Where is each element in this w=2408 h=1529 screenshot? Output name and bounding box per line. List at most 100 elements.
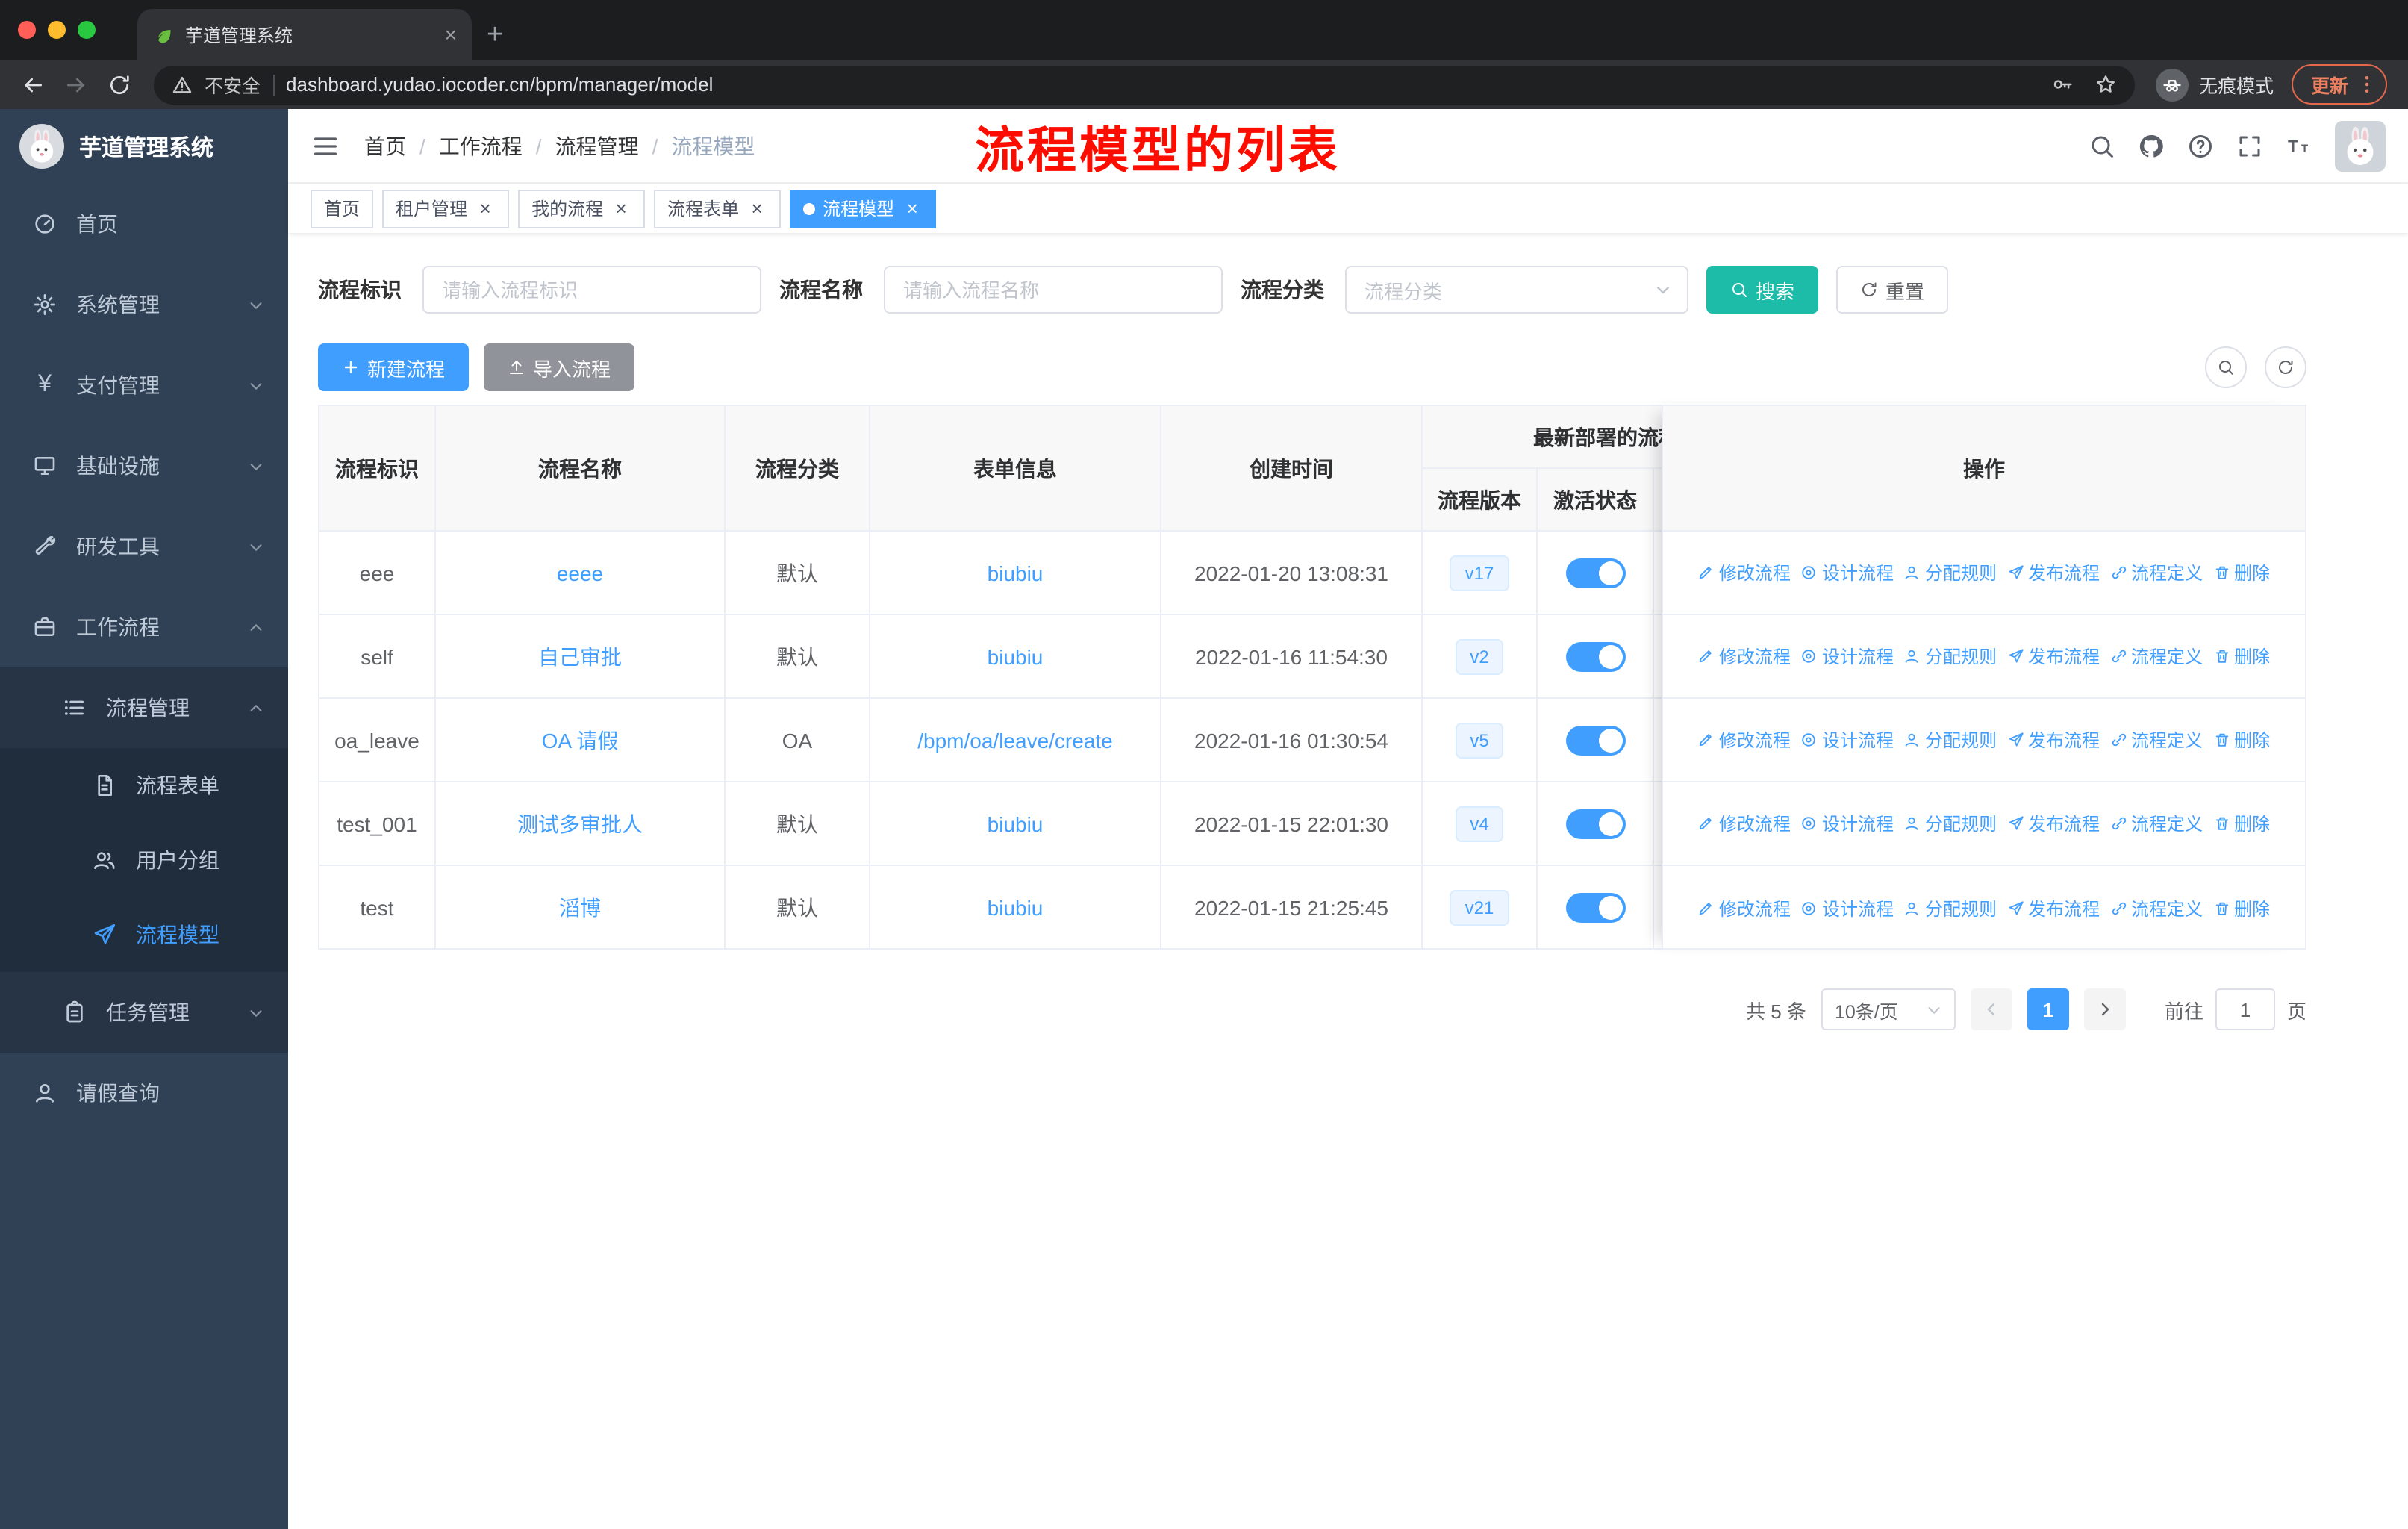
- new-tab-button[interactable]: +: [487, 21, 503, 49]
- action-definition-link[interactable]: 流程定义: [2110, 560, 2203, 585]
- help-icon[interactable]: [2187, 132, 2214, 159]
- action-edit-link[interactable]: 修改流程: [1698, 644, 1791, 669]
- sidebar-item-task-mgmt[interactable]: 任务管理: [0, 972, 288, 1053]
- github-icon[interactable]: [2138, 132, 2165, 159]
- hamburger-icon[interactable]: [311, 131, 340, 161]
- active-toggle[interactable]: [1565, 809, 1625, 838]
- breadcrumb-item[interactable]: 工作流程: [439, 131, 523, 161]
- action-definition-link[interactable]: 流程定义: [2110, 811, 2203, 836]
- tab-close-icon[interactable]: ×: [902, 198, 923, 219]
- create-process-button[interactable]: 新建流程: [318, 343, 470, 391]
- window-minimize-button[interactable]: [48, 21, 66, 39]
- action-publish-link[interactable]: 发布流程: [2007, 895, 2100, 921]
- tab-close-icon[interactable]: ×: [746, 198, 767, 219]
- action-publish-link[interactable]: 发布流程: [2007, 644, 2100, 669]
- fullscreen-icon[interactable]: [2236, 132, 2263, 159]
- action-design-link[interactable]: 设计流程: [1801, 811, 1894, 836]
- app-logo[interactable]: 芋道管理系统: [0, 109, 288, 184]
- form-info-link[interactable]: biubiu: [988, 895, 1044, 919]
- sidebar-item-system[interactable]: 系统管理: [0, 264, 288, 345]
- action-assign-link[interactable]: 分配规则: [1904, 811, 1997, 836]
- next-page-button[interactable]: [2083, 988, 2126, 1030]
- breadcrumb-item[interactable]: 流程模型: [671, 131, 755, 161]
- browser-tab[interactable]: 芋道管理系统 ×: [137, 9, 472, 60]
- sidebar-item-user-group[interactable]: 用户分组: [0, 823, 288, 897]
- form-info-link[interactable]: biubiu: [988, 561, 1044, 585]
- import-process-button[interactable]: 导入流程: [484, 343, 635, 391]
- action-del-link[interactable]: 删除: [2213, 895, 2270, 921]
- tab-my-process[interactable]: 我的流程 ×: [518, 189, 646, 228]
- reset-button[interactable]: 重置: [1836, 266, 1949, 314]
- sidebar-item-workflow[interactable]: 工作流程: [0, 587, 288, 667]
- tab-close-icon[interactable]: ×: [475, 198, 496, 219]
- action-edit-link[interactable]: 修改流程: [1698, 560, 1791, 585]
- action-design-link[interactable]: 设计流程: [1801, 644, 1894, 669]
- window-close-button[interactable]: [18, 21, 36, 39]
- action-assign-link[interactable]: 分配规则: [1904, 727, 1997, 753]
- page-size-select[interactable]: 10条/页: [1821, 988, 1956, 1030]
- breadcrumb-item[interactable]: 首页: [364, 131, 406, 161]
- tab-home[interactable]: 首页: [311, 189, 374, 228]
- form-info-link[interactable]: biubiu: [988, 812, 1044, 835]
- tab-close-icon[interactable]: ×: [445, 24, 457, 45]
- bookmark-star-icon[interactable]: [2094, 73, 2117, 96]
- form-info-link[interactable]: /bpm/oa/leave/create: [917, 728, 1113, 752]
- refresh-table-button[interactable]: [2265, 346, 2306, 388]
- breadcrumb-item[interactable]: 流程管理: [555, 131, 639, 161]
- sidebar-item-home[interactable]: 首页: [0, 184, 288, 264]
- tab-close-icon[interactable]: ×: [611, 198, 631, 219]
- sidebar-item-process-model[interactable]: 流程模型: [0, 897, 288, 972]
- active-toggle[interactable]: [1565, 892, 1625, 922]
- sidebar-item-process-mgmt[interactable]: 流程管理: [0, 667, 288, 748]
- action-publish-link[interactable]: 发布流程: [2007, 727, 2100, 753]
- process-name-input[interactable]: [884, 266, 1223, 314]
- sidebar-item-devtools[interactable]: 研发工具: [0, 506, 288, 587]
- active-toggle[interactable]: [1565, 725, 1625, 755]
- action-del-link[interactable]: 删除: [2213, 727, 2270, 753]
- form-info-link[interactable]: biubiu: [988, 644, 1044, 668]
- action-edit-link[interactable]: 修改流程: [1698, 811, 1791, 836]
- process-name-link[interactable]: 自己审批: [538, 644, 622, 668]
- sidebar-item-process-form[interactable]: 流程表单: [0, 748, 288, 823]
- action-definition-link[interactable]: 流程定义: [2110, 727, 2203, 753]
- action-assign-link[interactable]: 分配规则: [1904, 644, 1997, 669]
- process-key-input[interactable]: [422, 266, 761, 314]
- update-chip[interactable]: 更新: [2291, 64, 2387, 105]
- tab-process-model[interactable]: 流程模型 ×: [790, 189, 937, 228]
- sidebar-item-payment[interactable]: ¥ 支付管理: [0, 345, 288, 426]
- action-publish-link[interactable]: 发布流程: [2007, 560, 2100, 585]
- forward-button[interactable]: [55, 64, 96, 105]
- active-toggle[interactable]: [1565, 558, 1625, 588]
- page-number-1[interactable]: 1: [2027, 988, 2069, 1030]
- active-toggle[interactable]: [1565, 641, 1625, 671]
- process-name-link[interactable]: OA 请假: [542, 728, 619, 752]
- action-assign-link[interactable]: 分配规则: [1904, 895, 1997, 921]
- process-name-link[interactable]: eeee: [557, 561, 603, 585]
- user-avatar[interactable]: [2335, 120, 2386, 171]
- action-edit-link[interactable]: 修改流程: [1698, 895, 1791, 921]
- action-definition-link[interactable]: 流程定义: [2110, 644, 2203, 669]
- address-bar[interactable]: 不安全 dashboard.yudao.iocoder.cn/bpm/manag…: [154, 65, 2135, 104]
- action-design-link[interactable]: 设计流程: [1801, 727, 1894, 753]
- reload-button[interactable]: [99, 64, 139, 105]
- header-search-icon[interactable]: [2089, 132, 2115, 159]
- password-key-icon[interactable]: [2051, 73, 2074, 96]
- action-design-link[interactable]: 设计流程: [1801, 895, 1894, 921]
- sidebar-item-leave-query[interactable]: 请假查询: [0, 1053, 288, 1133]
- search-button[interactable]: 搜索: [1706, 266, 1819, 314]
- prev-page-button[interactable]: [1970, 988, 2012, 1030]
- action-del-link[interactable]: 删除: [2213, 644, 2270, 669]
- action-del-link[interactable]: 删除: [2213, 560, 2270, 585]
- action-definition-link[interactable]: 流程定义: [2110, 895, 2203, 921]
- browser-menu-kebab-icon[interactable]: [2356, 73, 2378, 96]
- process-name-link[interactable]: 滔博: [559, 895, 601, 919]
- back-button[interactable]: [12, 64, 52, 105]
- tab-tenant[interactable]: 租户管理 ×: [382, 189, 510, 228]
- goto-page-input[interactable]: [2215, 988, 2275, 1030]
- action-assign-link[interactable]: 分配规则: [1904, 560, 1997, 585]
- action-del-link[interactable]: 删除: [2213, 811, 2270, 836]
- action-design-link[interactable]: 设计流程: [1801, 560, 1894, 585]
- category-select[interactable]: 流程分类: [1345, 266, 1688, 314]
- action-publish-link[interactable]: 发布流程: [2007, 811, 2100, 836]
- url-text[interactable]: dashboard.yudao.iocoder.cn/bpm/manager/m…: [286, 73, 2030, 96]
